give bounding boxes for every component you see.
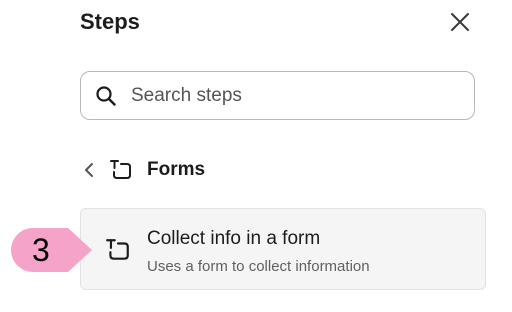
search-box[interactable] — [80, 71, 475, 120]
back-button[interactable] — [84, 160, 100, 180]
step-callout-badge: 3 — [10, 227, 94, 273]
step-title: Collect info in a form — [147, 228, 321, 249]
chevron-left-icon — [85, 163, 93, 177]
close-button[interactable] — [444, 6, 476, 38]
close-icon — [451, 13, 469, 31]
callout-number: 3 — [32, 232, 50, 268]
breadcrumb: Forms — [84, 156, 205, 184]
form-icon — [109, 158, 133, 182]
form-icon — [105, 237, 131, 263]
steps-panel: Steps Forms — [0, 0, 512, 312]
step-description: Uses a form to collect information — [147, 258, 370, 275]
search-input[interactable] — [131, 84, 451, 107]
breadcrumb-label: Forms — [147, 159, 206, 180]
step-item-collect-info[interactable]: Collect info in a form Uses a form to co… — [80, 208, 486, 290]
search-icon — [95, 85, 117, 107]
panel-title: Steps — [80, 9, 140, 34]
